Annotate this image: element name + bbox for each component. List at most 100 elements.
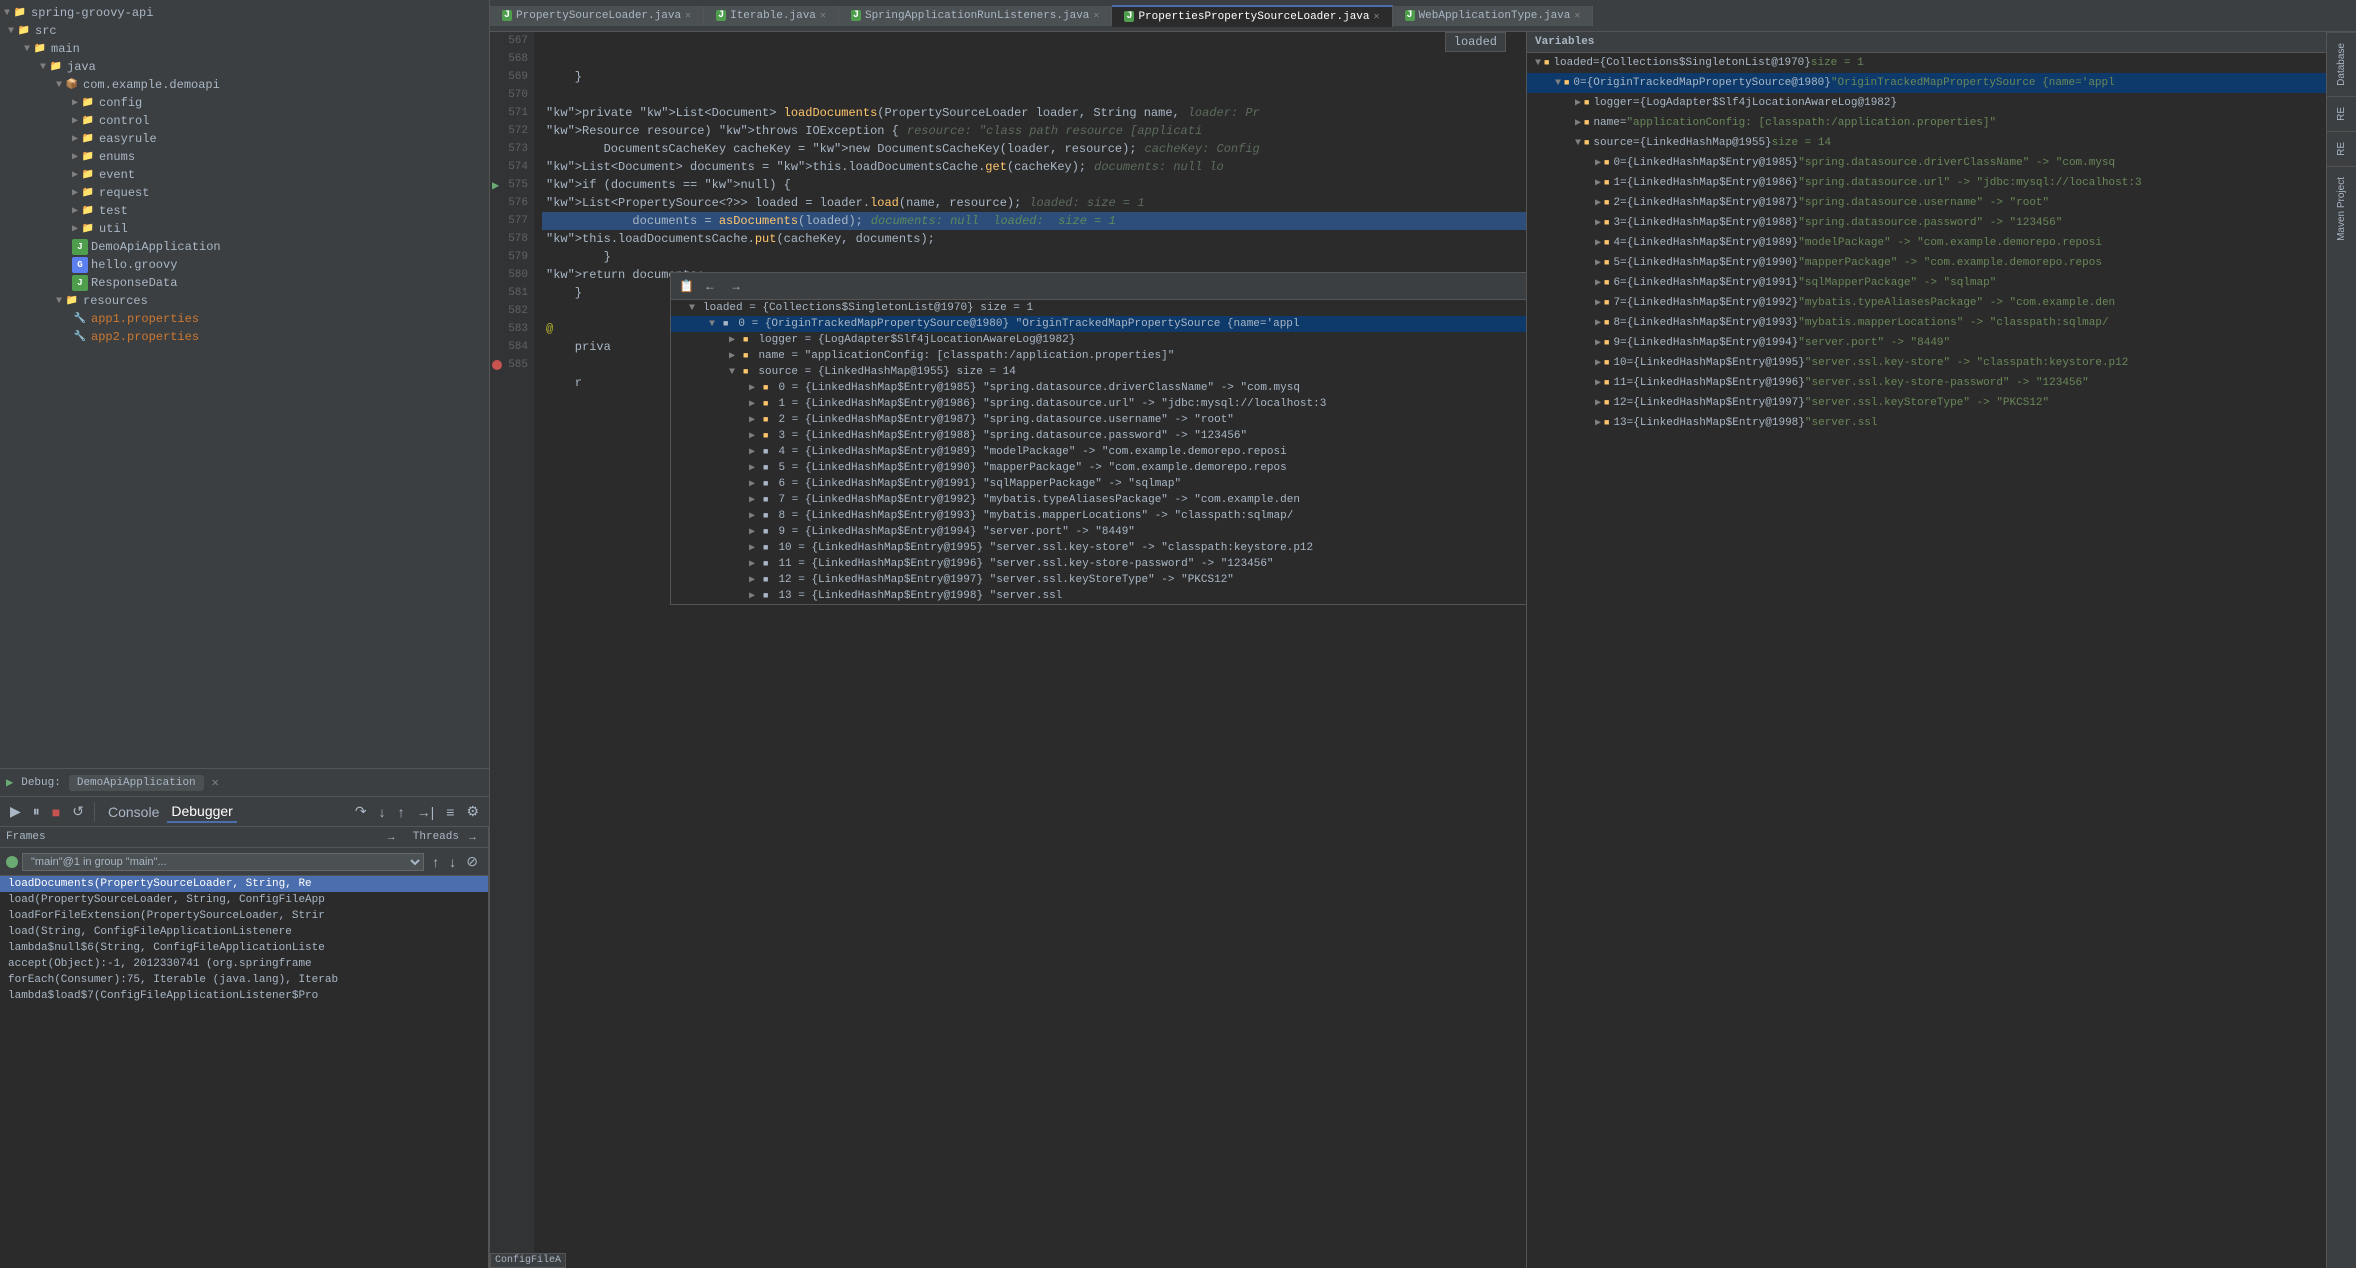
pause-button[interactable]: ⏸ xyxy=(29,801,44,822)
var-tree-item[interactable]: ▶ ■ 7 = {LinkedHashMap$Entry@1992} "myba… xyxy=(1527,293,2326,313)
var-tree-item[interactable]: ▶ ■ 0 = {LinkedHashMap$Entry@1985} "spri… xyxy=(1527,153,2326,173)
popup-item[interactable]: ▶■5 = {LinkedHashMap$Entry@1990} "mapper… xyxy=(671,460,1526,476)
tree-item-config[interactable]: ▶📁config xyxy=(0,94,489,112)
settings-button[interactable]: ⚙ xyxy=(462,801,483,822)
var-tree-item[interactable]: ▶ ■ 8 = {LinkedHashMap$Entry@1993} "myba… xyxy=(1527,313,2326,333)
popup-item[interactable]: ▶■2 = {LinkedHashMap$Entry@1987} "spring… xyxy=(671,412,1526,428)
popup-item[interactable]: ▼■source = {LinkedHashMap@1955} size = 1… xyxy=(671,364,1526,380)
evaluate-button[interactable]: ≡ xyxy=(442,802,458,822)
tree-item-com.example.demoapi[interactable]: ▼📦com.example.demoapi xyxy=(0,76,489,94)
tree-item-control[interactable]: ▶📁control xyxy=(0,112,489,130)
popup-item[interactable]: ▶■10 = {LinkedHashMap$Entry@1995} "serve… xyxy=(671,540,1526,556)
tree-item-resources[interactable]: ▼📁resources xyxy=(0,292,489,310)
tree-item-enums[interactable]: ▶📁enums xyxy=(0,148,489,166)
stop-button[interactable]: ■ xyxy=(48,802,64,822)
code-scroll[interactable]: 567568569570571572573574575▶576577578579… xyxy=(490,32,1526,1268)
tree-item-hello.groovy[interactable]: Ghello.groovy xyxy=(0,256,489,274)
var-tree-item[interactable]: ▶ ■ 4 = {LinkedHashMap$Entry@1989} "mode… xyxy=(1527,233,2326,253)
frames-arrow-button[interactable]: → xyxy=(382,830,401,844)
frame-item[interactable]: loadDocuments(PropertySourceLoader, Stri… xyxy=(0,876,488,892)
editor-tab-2[interactable]: J SpringApplicationRunListeners.java ✕ xyxy=(839,6,1112,26)
popup-item[interactable]: ▼loaded = {Collections$SingletonList@197… xyxy=(671,300,1526,316)
thread-dropdown[interactable]: "main"@1 in group "main"... xyxy=(22,853,424,871)
tree-item-request[interactable]: ▶📁request xyxy=(0,184,489,202)
tree-item-app2.properties[interactable]: 🔧app2.properties xyxy=(0,328,489,346)
thread-filter-button[interactable]: ⊘ xyxy=(462,851,482,872)
popup-item[interactable]: ▼■0 = {OriginTrackedMapPropertySource@19… xyxy=(671,316,1526,332)
tab-close-3[interactable]: ✕ xyxy=(1374,11,1380,23)
popup-item[interactable]: ▶■0 = {LinkedHashMap$Entry@1985} "spring… xyxy=(671,380,1526,396)
popup-item[interactable]: ▶■4 = {LinkedHashMap$Entry@1989} "modelP… xyxy=(671,444,1526,460)
var-tree-item[interactable]: ▶ ■ logger = {LogAdapter$Slf4jLocationAw… xyxy=(1527,93,2326,113)
step-over-button[interactable]: ↷ xyxy=(351,801,371,822)
tree-item-test[interactable]: ▶📁test xyxy=(0,202,489,220)
re-tab-button-1[interactable]: RE xyxy=(2327,96,2356,131)
resume-button[interactable]: ▶ xyxy=(6,801,25,822)
editor-tab-4[interactable]: J WebApplicationType.java ✕ xyxy=(1393,6,1594,26)
debugger-tab[interactable]: Debugger xyxy=(167,801,237,823)
frame-item[interactable]: loadForFileExtension(PropertySourceLoade… xyxy=(0,908,488,924)
var-tree-item[interactable]: ▶ ■ name = "applicationConfig: [classpat… xyxy=(1527,113,2326,133)
debug-close-icon[interactable]: ✕ xyxy=(212,775,219,790)
frame-item[interactable]: load(String, ConfigFileApplicationListen… xyxy=(0,924,488,940)
frame-item[interactable]: load(PropertySourceLoader, String, Confi… xyxy=(0,892,488,908)
frame-item[interactable]: lambda$null$6(String, ConfigFileApplicat… xyxy=(0,940,488,956)
var-tree-item[interactable]: ▶ ■ 12 = {LinkedHashMap$Entry@1997} "ser… xyxy=(1527,393,2326,413)
frame-item[interactable]: lambda$load$7(ConfigFileApplicationListe… xyxy=(0,988,488,1004)
var-tree-item[interactable]: ▶ ■ 11 = {LinkedHashMap$Entry@1996} "ser… xyxy=(1527,373,2326,393)
var-tree-item[interactable]: ▶ ■ 1 = {LinkedHashMap$Entry@1986} "spri… xyxy=(1527,173,2326,193)
re-tab-button-2[interactable]: RE xyxy=(2327,131,2356,166)
var-tree-item[interactable]: ▶ ■ 2 = {LinkedHashMap$Entry@1987} "spri… xyxy=(1527,193,2326,213)
popup-item[interactable]: ▶■12 = {LinkedHashMap$Entry@1997} "serve… xyxy=(671,572,1526,588)
frame-item[interactable]: forEach(Consumer):75, Iterable (java.lan… xyxy=(0,972,488,988)
tree-item-DemoApiApplication[interactable]: JDemoApiApplication xyxy=(0,238,489,256)
tab-close-4[interactable]: ✕ xyxy=(1574,10,1580,22)
thread-down-button[interactable]: ↓ xyxy=(445,851,460,872)
var-tree-item[interactable]: ▶ ■ 10 = {LinkedHashMap$Entry@1995} "ser… xyxy=(1527,353,2326,373)
tree-item-app1.properties[interactable]: 🔧app1.properties xyxy=(0,310,489,328)
tree-item-src[interactable]: ▼📁src xyxy=(0,22,489,40)
run-to-cursor-button[interactable]: →| xyxy=(413,802,439,822)
tree-item-event[interactable]: ▶📁event xyxy=(0,166,489,184)
editor-tab-1[interactable]: J Iterable.java ✕ xyxy=(704,6,839,26)
var-tree-item[interactable]: ▶ ■ 13 = {LinkedHashMap$Entry@1998} "ser… xyxy=(1527,413,2326,433)
threads-arrow-button[interactable]: → xyxy=(463,830,482,844)
var-tree-item[interactable]: ▼ ■ 0 = {OriginTrackedMapPropertySource@… xyxy=(1527,73,2326,93)
var-tree-item[interactable]: ▶ ■ 6 = {LinkedHashMap$Entry@1991} "sqlM… xyxy=(1527,273,2326,293)
tab-close-1[interactable]: ✕ xyxy=(820,10,826,22)
step-into-button[interactable]: ↓ xyxy=(375,802,390,822)
popup-back-button[interactable]: ← xyxy=(700,277,720,295)
popup-forward-button[interactable]: → xyxy=(726,277,746,295)
var-tree-item[interactable]: ▶ ■ 9 = {LinkedHashMap$Entry@1994} "serv… xyxy=(1527,333,2326,353)
rerun-button[interactable]: ↺ xyxy=(68,801,88,822)
popup-item[interactable]: ▶■logger = {LogAdapter$Slf4jLocationAwar… xyxy=(671,332,1526,348)
tab-close-0[interactable]: ✕ xyxy=(685,10,691,22)
maven-tab-button[interactable]: Maven Project xyxy=(2327,166,2356,251)
step-out-button[interactable]: ↑ xyxy=(394,802,409,822)
tree-item-main[interactable]: ▼📁main xyxy=(0,40,489,58)
popup-item[interactable]: ▶■8 = {LinkedHashMap$Entry@1993} "mybati… xyxy=(671,508,1526,524)
tree-item-java[interactable]: ▼📁java xyxy=(0,58,489,76)
popup-item[interactable]: ▶■9 = {LinkedHashMap$Entry@1994} "server… xyxy=(671,524,1526,540)
var-tree-item[interactable]: ▶ ■ 3 = {LinkedHashMap$Entry@1988} "spri… xyxy=(1527,213,2326,233)
console-tab[interactable]: Console xyxy=(104,802,163,822)
var-tree-item[interactable]: ▼ ■ loaded = {Collections$SingletonList@… xyxy=(1527,53,2326,73)
popup-item[interactable]: ▶■3 = {LinkedHashMap$Entry@1988} "spring… xyxy=(671,428,1526,444)
popup-item[interactable]: ▶■1 = {LinkedHashMap$Entry@1986} "spring… xyxy=(671,396,1526,412)
debug-session-tab[interactable]: DemoApiApplication xyxy=(69,775,204,791)
tree-item-easyrule[interactable]: ▶📁easyrule xyxy=(0,130,489,148)
popup-item[interactable]: ▶■13 = {LinkedHashMap$Entry@1998} "serve… xyxy=(671,588,1526,604)
tab-close-2[interactable]: ✕ xyxy=(1093,10,1099,22)
popup-item[interactable]: ▶■7 = {LinkedHashMap$Entry@1992} "mybati… xyxy=(671,492,1526,508)
frame-item[interactable]: accept(Object):-1, 2012330741 (org.sprin… xyxy=(0,956,488,972)
tree-item-ResponseData[interactable]: JResponseData xyxy=(0,274,489,292)
database-tab-button[interactable]: Database xyxy=(2327,32,2356,96)
var-tree-item[interactable]: ▶ ■ 5 = {LinkedHashMap$Entry@1990} "mapp… xyxy=(1527,253,2326,273)
popup-item[interactable]: ▶■6 = {LinkedHashMap$Entry@1991} "sqlMap… xyxy=(671,476,1526,492)
var-tree-item[interactable]: ▼ ■ source = {LinkedHashMap@1955} size =… xyxy=(1527,133,2326,153)
popup-item[interactable]: ▶■11 = {LinkedHashMap$Entry@1996} "serve… xyxy=(671,556,1526,572)
thread-up-button[interactable]: ↑ xyxy=(428,851,443,872)
editor-tab-0[interactable]: J PropertySourceLoader.java ✕ xyxy=(490,6,704,26)
tree-item-util[interactable]: ▶📁util xyxy=(0,220,489,238)
editor-tab-3[interactable]: J PropertiesPropertySourceLoader.java ✕ xyxy=(1112,5,1392,27)
